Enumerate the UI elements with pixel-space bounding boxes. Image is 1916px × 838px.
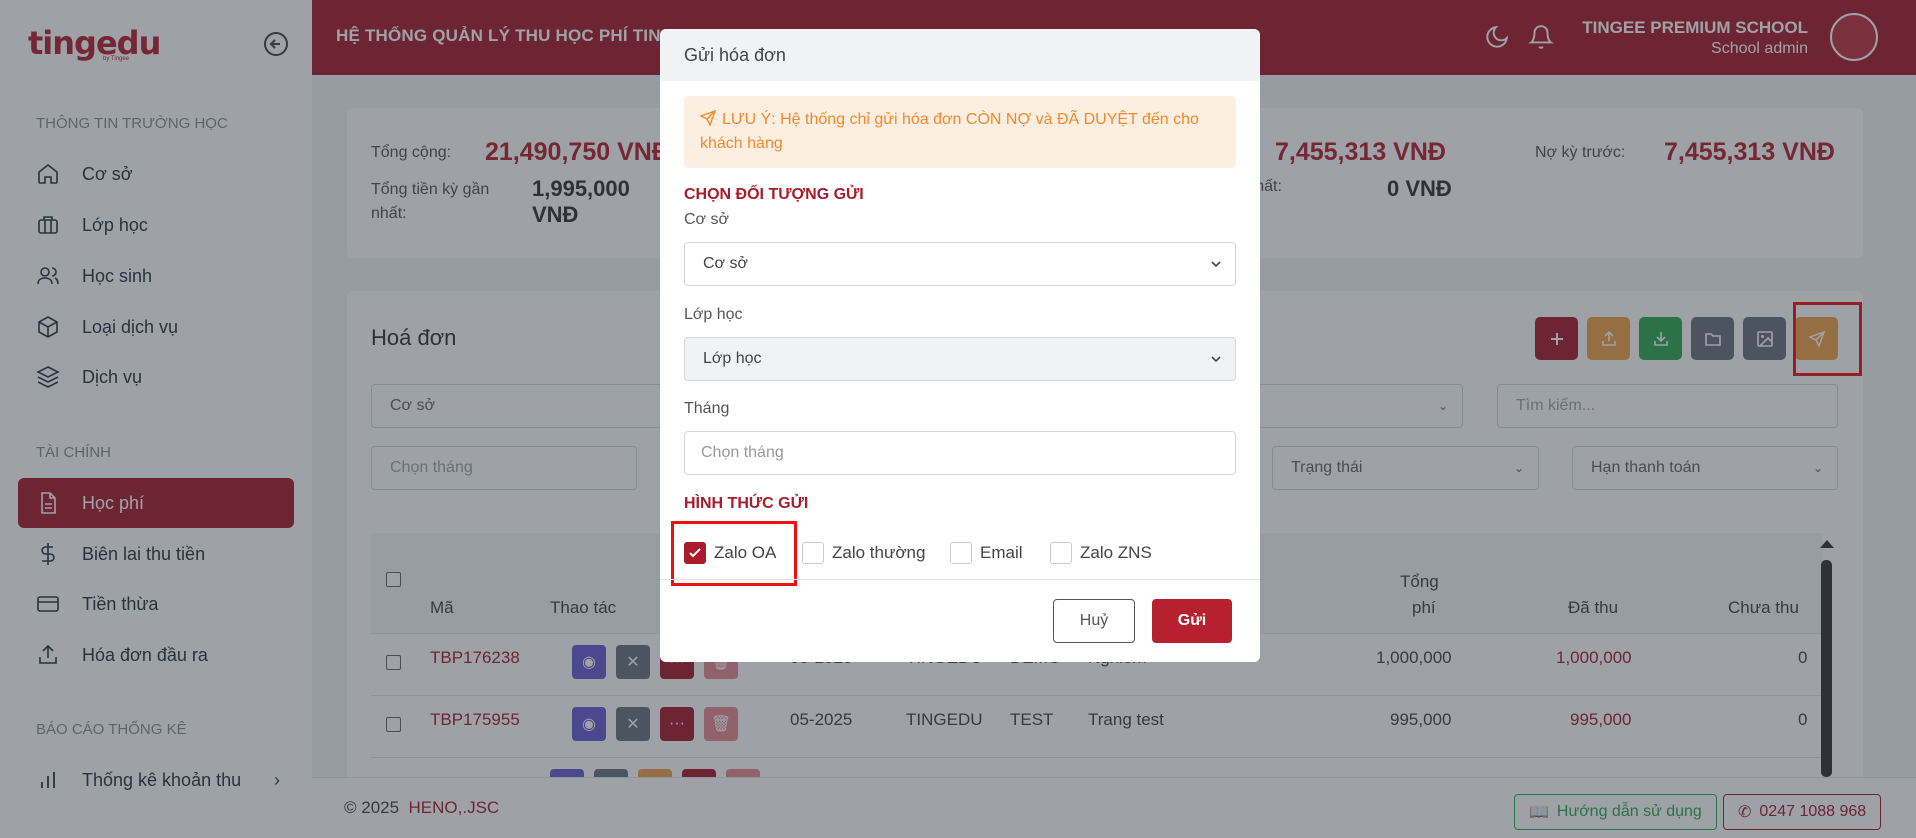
class-label: Lớp học xyxy=(684,306,743,323)
modal-title: Gửi hóa đơn xyxy=(660,29,1260,81)
method-email[interactable]: Email xyxy=(950,542,1023,564)
month-input[interactable]: Chọn tháng xyxy=(684,431,1236,475)
month-input-placeholder: Chọn tháng xyxy=(701,444,784,461)
email-label: Email xyxy=(980,543,1023,562)
zalo-zns-label: Zalo ZNS xyxy=(1080,543,1152,562)
co-so-select-value: Cơ sở xyxy=(703,255,748,272)
send-invoice-modal: Gửi hóa đơn LƯU Ý: Hệ thống chỉ gửi hóa … xyxy=(660,29,1260,662)
notice-text: LƯU Ý: Hệ thống chỉ gửi hóa đơn CÒN NỢ v… xyxy=(700,111,1199,152)
zalo-zns-checkbox[interactable] xyxy=(1050,542,1072,564)
zalo-thuong-checkbox[interactable] xyxy=(802,542,824,564)
method-zalo-thuong[interactable]: Zalo thường xyxy=(802,542,925,564)
class-select[interactable]: Lớp học xyxy=(684,337,1236,381)
cancel-button[interactable]: Huỷ xyxy=(1053,599,1135,643)
target-section-title: CHỌN ĐỐI TƯỢNG GỬI xyxy=(684,186,864,203)
zalo-oa-highlight xyxy=(671,521,797,586)
method-zalo-zns[interactable]: Zalo ZNS xyxy=(1050,542,1152,564)
co-so-label: Cơ sở xyxy=(684,211,729,228)
class-select-value: Lớp học xyxy=(703,350,762,367)
chevron-down-icon xyxy=(1211,261,1221,268)
zalo-thuong-label: Zalo thường xyxy=(832,543,926,562)
email-checkbox[interactable] xyxy=(950,542,972,564)
notice-box: LƯU Ý: Hệ thống chỉ gửi hóa đơn CÒN NỢ v… xyxy=(684,96,1236,168)
submit-button[interactable]: Gửi xyxy=(1152,599,1232,643)
modal-divider xyxy=(660,579,1260,580)
month-label: Tháng xyxy=(684,400,730,417)
method-section-title: HÌNH THỨC GỬI xyxy=(684,495,809,512)
chevron-down-icon xyxy=(1211,356,1221,363)
co-so-select[interactable]: Cơ sở xyxy=(684,242,1236,286)
send-icon xyxy=(699,109,717,127)
